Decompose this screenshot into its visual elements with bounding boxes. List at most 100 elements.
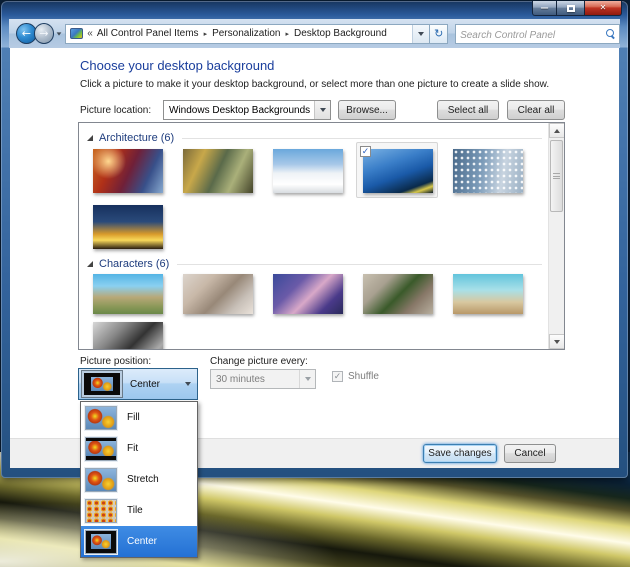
minimize-icon: — bbox=[541, 4, 549, 12]
breadcrumb-item-personalization[interactable]: Personalization bbox=[212, 28, 280, 39]
center-preview-icon bbox=[85, 530, 117, 554]
thumbnail-characters-6[interactable] bbox=[93, 322, 163, 350]
scrollbar-grip bbox=[553, 173, 560, 179]
wallpaper-gallery: Architecture (6) ✓ Characters (6) bbox=[78, 122, 565, 350]
group-header-label: Architecture (6) bbox=[99, 132, 174, 144]
breadcrumb-separator-icon: ▸ bbox=[204, 30, 208, 38]
chevron-down-icon bbox=[185, 382, 191, 386]
chevron-down-icon bbox=[418, 32, 424, 36]
cancel-button[interactable]: Cancel bbox=[504, 444, 556, 463]
forward-button[interactable]: → bbox=[34, 23, 55, 44]
shuffle-checkbox: ✓ bbox=[332, 371, 343, 382]
change-picture-label: Change picture every: bbox=[210, 356, 308, 367]
search-box bbox=[455, 24, 620, 44]
thumbnail-characters-2[interactable] bbox=[183, 274, 253, 314]
combo-arrow bbox=[314, 101, 330, 119]
chevron-down-icon bbox=[305, 377, 311, 381]
thumbnail-architecture-4-selected-frame[interactable]: ✓ bbox=[356, 142, 438, 198]
dropdown-option-fill[interactable]: Fill bbox=[81, 402, 197, 433]
refresh-button[interactable]: ↻ bbox=[430, 24, 448, 44]
thumbnail-characters-1[interactable] bbox=[93, 274, 163, 314]
close-button[interactable]: ✕ bbox=[584, 1, 622, 16]
shuffle-label: Shuffle bbox=[348, 371, 379, 382]
thumbnail-checkbox[interactable]: ✓ bbox=[360, 146, 371, 157]
scrollbar-thumb[interactable] bbox=[550, 140, 563, 212]
maximize-button[interactable] bbox=[557, 1, 584, 16]
recent-pages-icon[interactable] bbox=[57, 32, 62, 35]
refresh-icon: ↻ bbox=[434, 27, 443, 40]
tile-preview-icon bbox=[85, 499, 117, 523]
group-header-rule bbox=[182, 138, 542, 139]
dropdown-option-stretch[interactable]: Stretch bbox=[81, 464, 197, 495]
chevron-down-icon bbox=[320, 108, 326, 112]
forward-icon: → bbox=[39, 27, 48, 40]
change-picture-combobox: 30 minutes bbox=[210, 369, 316, 389]
save-changes-button[interactable]: Save changes bbox=[423, 444, 497, 463]
dropdown-option-fit[interactable]: Fit bbox=[81, 433, 197, 464]
dropdown-option-label: Stretch bbox=[127, 474, 159, 485]
group-header-label: Characters (6) bbox=[99, 258, 169, 270]
dropdown-option-label: Fill bbox=[127, 412, 140, 423]
gallery-scrollbar[interactable] bbox=[548, 123, 564, 349]
breadcrumb-item-desktop-background[interactable]: Desktop Background bbox=[294, 28, 387, 39]
shuffle-control: ✓ Shuffle bbox=[332, 371, 379, 382]
scroll-down-icon bbox=[554, 340, 560, 344]
collapse-triangle-icon bbox=[87, 135, 93, 141]
picture-location-label: Picture location: bbox=[80, 105, 151, 116]
picture-position-combobox[interactable]: Center bbox=[78, 368, 198, 400]
picture-position-label: Picture position: bbox=[80, 356, 151, 367]
fit-preview-icon bbox=[85, 437, 117, 461]
search-icon bbox=[606, 29, 614, 37]
address-dropdown-button[interactable] bbox=[412, 25, 429, 43]
page-title: Choose your desktop background bbox=[80, 58, 274, 73]
thumbnail-characters-5[interactable] bbox=[453, 274, 523, 314]
combo-arrow bbox=[299, 370, 315, 388]
dropdown-option-label: Center bbox=[127, 536, 157, 547]
address-bar[interactable]: « All Control Panel Items ▸ Personalizat… bbox=[65, 24, 430, 44]
group-header-characters[interactable]: Characters (6) bbox=[87, 257, 542, 271]
close-icon: ✕ bbox=[600, 4, 607, 12]
window-controls: — ✕ bbox=[532, 1, 622, 16]
breadcrumb-prefix: « bbox=[87, 28, 93, 39]
picture-position-dropdown: Fill Fit Stretch Tile Center bbox=[80, 401, 198, 558]
dropdown-option-tile[interactable]: Tile bbox=[81, 495, 197, 526]
picture-location-combobox[interactable]: Windows Desktop Backgrounds bbox=[163, 100, 331, 120]
thumbnail-architecture-6[interactable] bbox=[93, 205, 163, 249]
search-input[interactable] bbox=[460, 27, 600, 43]
picture-position-value: Center bbox=[130, 379, 185, 390]
browse-button[interactable]: Browse... bbox=[338, 100, 396, 120]
change-picture-value: 30 minutes bbox=[216, 374, 299, 385]
navigation-bar: ← → « All Control Panel Items ▸ Personal… bbox=[9, 19, 620, 48]
page-subtitle: Click a picture to make it your desktop … bbox=[80, 79, 549, 90]
dropdown-option-center[interactable]: Center bbox=[81, 526, 197, 557]
breadcrumb-item-control-panel[interactable]: All Control Panel Items bbox=[97, 28, 199, 39]
fill-preview-icon bbox=[85, 406, 117, 430]
thumbnail-architecture-2[interactable] bbox=[183, 149, 253, 193]
personalization-icon bbox=[70, 28, 83, 39]
flower-preview bbox=[91, 534, 110, 549]
flower-preview bbox=[86, 441, 116, 455]
thumbnail-architecture-4[interactable] bbox=[363, 149, 433, 193]
collapse-triangle-icon bbox=[87, 261, 93, 267]
scroll-down-button[interactable] bbox=[549, 334, 565, 349]
thumbnail-architecture-1[interactable] bbox=[93, 149, 163, 193]
breadcrumb-separator-icon: ▸ bbox=[285, 30, 289, 38]
thumbnail-characters-4[interactable] bbox=[363, 274, 433, 314]
screen: — ✕ ← → « All Control Panel Items ▸ bbox=[0, 0, 630, 567]
clear-all-button[interactable]: Clear all bbox=[507, 100, 565, 120]
scroll-up-button[interactable] bbox=[549, 123, 565, 138]
scroll-up-icon bbox=[554, 129, 560, 133]
position-preview-icon bbox=[82, 371, 122, 397]
stretch-preview-icon bbox=[85, 468, 117, 492]
select-all-button[interactable]: Select all bbox=[437, 100, 499, 120]
back-icon: ← bbox=[22, 27, 31, 40]
group-header-architecture[interactable]: Architecture (6) bbox=[87, 131, 542, 145]
thumbnail-architecture-5[interactable] bbox=[453, 149, 523, 193]
minimize-button[interactable]: — bbox=[532, 1, 557, 16]
dropdown-option-label: Fit bbox=[127, 443, 138, 454]
dropdown-option-label: Tile bbox=[127, 505, 143, 516]
maximize-icon bbox=[567, 5, 575, 12]
thumbnail-architecture-3[interactable] bbox=[273, 149, 343, 193]
thumbnail-characters-3[interactable] bbox=[273, 274, 343, 314]
group-header-rule bbox=[177, 264, 542, 265]
